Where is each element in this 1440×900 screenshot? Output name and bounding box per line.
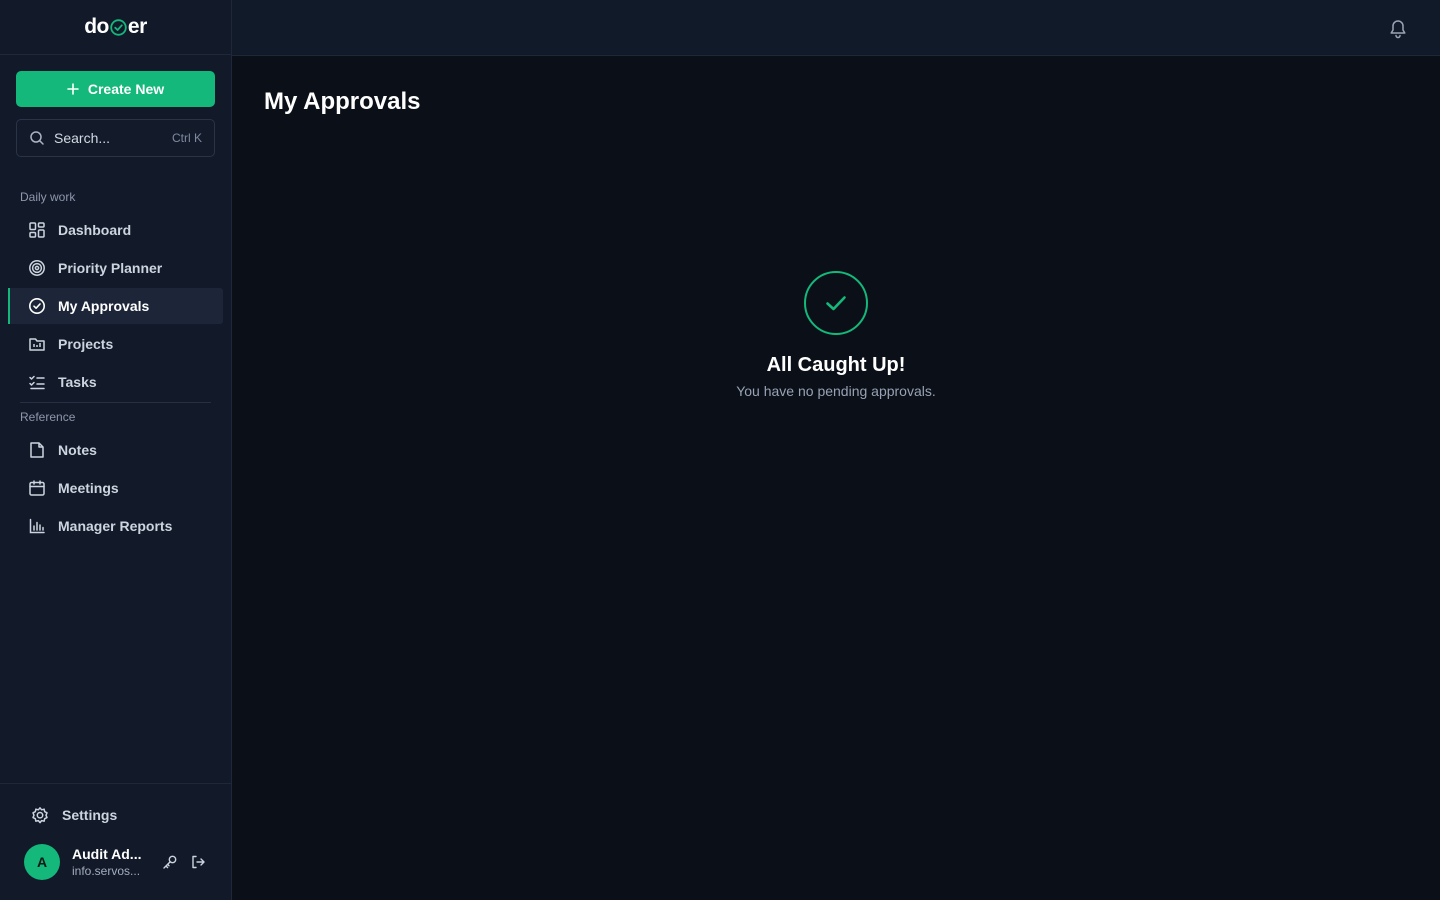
sidebar-item-my-approvals[interactable]: My Approvals bbox=[8, 288, 223, 324]
check-circle-icon bbox=[27, 297, 47, 315]
logout-icon[interactable] bbox=[190, 854, 206, 870]
project-board-icon bbox=[27, 335, 47, 353]
app-logo[interactable]: do er bbox=[84, 15, 147, 39]
empty-state: All Caught Up! You have no pending appro… bbox=[232, 271, 1440, 399]
avatar[interactable]: A bbox=[24, 844, 60, 880]
search-input[interactable]: Search... Ctrl K bbox=[16, 119, 215, 157]
sidebar-item-label: Manager Reports bbox=[58, 518, 173, 534]
section-label-reference: Reference bbox=[20, 410, 76, 424]
sidebar-footer: Settings A Audit Ad... info.servos... bbox=[0, 783, 231, 900]
sidebar-item-projects[interactable]: Projects bbox=[8, 326, 223, 362]
create-new-label: Create New bbox=[87, 81, 165, 97]
create-new-button[interactable]: Create New bbox=[16, 71, 215, 107]
search-icon bbox=[29, 130, 45, 146]
section-label-daily-work: Daily work bbox=[20, 190, 76, 204]
target-icon bbox=[27, 259, 47, 277]
sidebar-item-label: Priority Planner bbox=[58, 260, 163, 276]
gear-icon bbox=[30, 805, 50, 825]
sidebar-item-manager-reports[interactable]: Manager Reports bbox=[8, 508, 223, 544]
top-bar bbox=[232, 0, 1440, 56]
user-profile: A Audit Ad... info.servos... bbox=[24, 844, 205, 880]
sidebar-item-label: My Approvals bbox=[58, 298, 150, 314]
sidebar-item-meetings[interactable]: Meetings bbox=[8, 470, 223, 506]
user-name: Audit Ad... bbox=[72, 846, 142, 862]
bell-icon[interactable] bbox=[1388, 17, 1408, 39]
sidebar-item-label: Projects bbox=[58, 336, 114, 352]
main-content: My Approvals All Caught Up! You have no … bbox=[232, 56, 1440, 900]
sidebar-item-label: Meetings bbox=[58, 480, 119, 496]
logo-area: do er bbox=[0, 0, 231, 55]
sidebar-divider bbox=[20, 402, 211, 403]
logo-text-right: er bbox=[127, 15, 147, 38]
sidebar-item-label: Dashboard bbox=[58, 222, 132, 238]
settings-link[interactable]: Settings bbox=[30, 803, 117, 827]
user-email: info.servos... bbox=[72, 864, 141, 878]
sidebar-item-label: Tasks bbox=[58, 374, 97, 390]
empty-state-subtitle: You have no pending approvals. bbox=[736, 383, 936, 399]
app: do er Create New Search... Ctrl K Daily … bbox=[0, 0, 1440, 900]
task-list-icon bbox=[27, 373, 47, 391]
key-icon[interactable] bbox=[162, 854, 178, 870]
sidebar-item-tasks[interactable]: Tasks bbox=[8, 364, 223, 400]
user-actions bbox=[162, 854, 206, 870]
note-file-icon bbox=[27, 441, 47, 459]
sidebar: do er Create New Search... Ctrl K Daily … bbox=[0, 0, 232, 900]
user-info: Audit Ad... info.servos... bbox=[72, 846, 150, 878]
plus-icon bbox=[67, 83, 79, 95]
logo-text-left: do bbox=[84, 15, 109, 38]
sidebar-item-notes[interactable]: Notes bbox=[8, 432, 223, 468]
page-title: My Approvals bbox=[264, 88, 421, 115]
dashboard-grid-icon bbox=[27, 221, 47, 239]
settings-label: Settings bbox=[62, 807, 118, 823]
logo-check-icon bbox=[110, 18, 127, 36]
check-circle-icon bbox=[804, 271, 868, 335]
sidebar-item-label: Notes bbox=[58, 442, 97, 458]
search-placeholder: Search... bbox=[54, 130, 111, 146]
sidebar-item-priority-planner[interactable]: Priority Planner bbox=[8, 250, 223, 286]
search-shortcut: Ctrl K bbox=[172, 131, 202, 145]
calendar-icon bbox=[27, 479, 47, 497]
empty-state-title: All Caught Up! bbox=[766, 354, 906, 376]
bar-chart-icon bbox=[27, 517, 47, 535]
sidebar-item-dashboard[interactable]: Dashboard bbox=[8, 212, 223, 248]
